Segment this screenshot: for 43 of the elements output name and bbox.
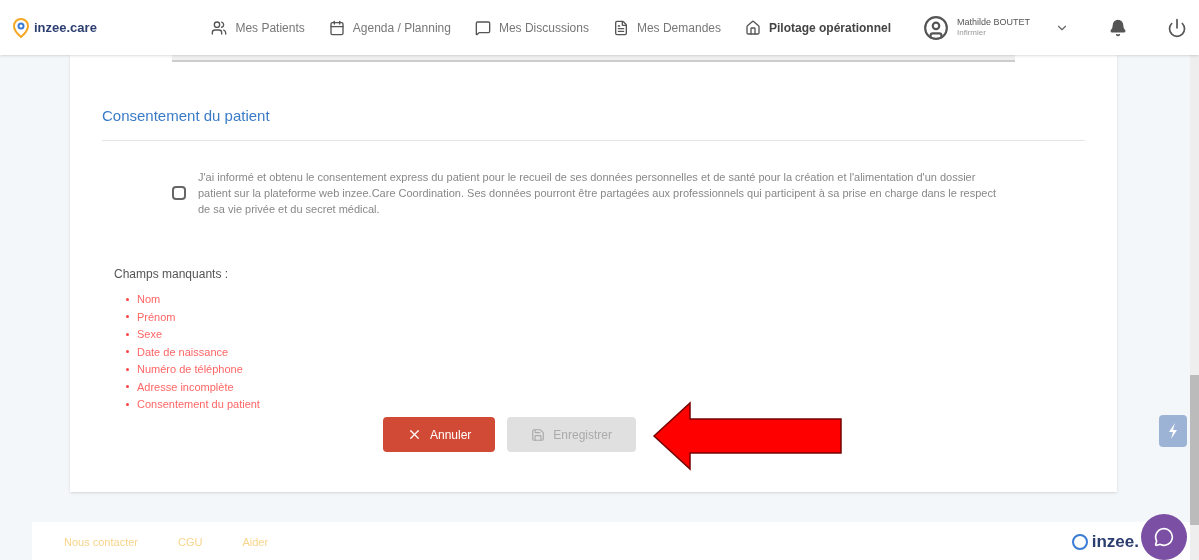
missing-field: Consentement du patient bbox=[137, 396, 260, 413]
nav-link[interactable]: Mes Demandes bbox=[612, 18, 721, 37]
nav-icon bbox=[474, 19, 491, 36]
chat-button[interactable] bbox=[1141, 514, 1187, 560]
nav-link[interactable]: Mes Patients bbox=[211, 18, 305, 37]
nav-link[interactable]: Pilotage opérationnel bbox=[745, 18, 891, 37]
missing-field: Adresse incomplète bbox=[137, 378, 234, 395]
bullet-icon bbox=[126, 367, 129, 371]
nav-icon bbox=[211, 19, 228, 36]
footer-logo-icon bbox=[1071, 534, 1088, 550]
scrollbar[interactable] bbox=[1190, 55, 1199, 560]
consent-text: J'ai informé et obtenu le consentement express du patient pour le recueil de ses données personnelles et de santé pour la création et l'alimentation d'un dossier patient sur la plateforme web inzee.Care Coordination. Ses données pourront être partagées aux professionnels qui participent à sa prise en charge dans le respect de sa vie privée et du secret médical. bbox=[198, 169, 997, 217]
lightning-icon bbox=[1167, 422, 1179, 440]
missing-field: Sexe bbox=[137, 326, 163, 343]
missing-fields-title: Champs manquants : bbox=[114, 265, 230, 283]
notification-icon[interactable] bbox=[1109, 18, 1127, 37]
nav-icon bbox=[328, 19, 345, 36]
nav-link[interactable]: Agenda / Planning bbox=[328, 18, 451, 37]
nav-icon bbox=[612, 19, 629, 36]
consent-checkbox[interactable] bbox=[172, 185, 186, 200]
missing-field: Prénom bbox=[137, 308, 176, 325]
logo-text[interactable]: inzee.care bbox=[34, 17, 97, 38]
cancel-button[interactable]: Annuler bbox=[382, 417, 496, 452]
section-title: Consentement du patient bbox=[102, 105, 1085, 141]
footer-logo-text: inzee. bbox=[1091, 531, 1139, 554]
bullet-icon bbox=[126, 315, 129, 319]
user-name: Mathilde BOUTET bbox=[957, 16, 1032, 29]
missing-field: Nom bbox=[137, 291, 161, 308]
bullet-icon bbox=[126, 385, 129, 389]
bullet-icon bbox=[126, 350, 129, 354]
bullet-icon bbox=[126, 402, 129, 406]
nav-link[interactable]: Mes Discussions bbox=[474, 18, 589, 37]
save-icon bbox=[531, 427, 546, 442]
chat-icon bbox=[1154, 527, 1174, 547]
nav-icon bbox=[745, 19, 761, 36]
logout-icon[interactable] bbox=[1167, 17, 1187, 38]
bullet-icon bbox=[126, 332, 129, 336]
pin-logo-icon bbox=[12, 17, 30, 38]
bullet-icon bbox=[126, 297, 129, 301]
missing-field: Date de naissance bbox=[137, 343, 229, 360]
missing-field: Numéro de téléphone bbox=[137, 361, 243, 378]
avatar-icon bbox=[923, 14, 949, 41]
user-role: Infirmier bbox=[957, 28, 987, 39]
